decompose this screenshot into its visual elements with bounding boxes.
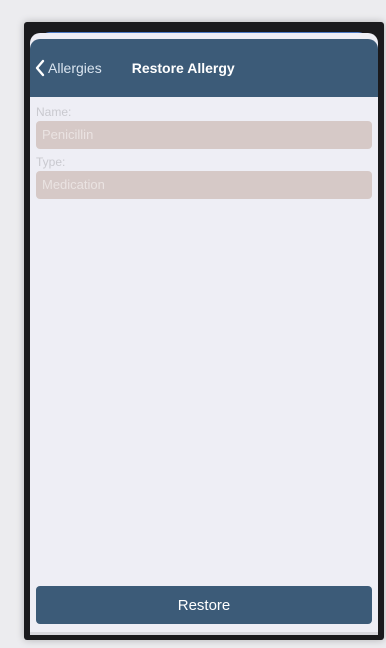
navigation-bar: Allergies Restore Allergy	[30, 39, 378, 97]
type-label: Type:	[36, 155, 66, 169]
bottom-divider	[30, 632, 378, 635]
page: Allergies Restore Allergy Name: Penicill…	[0, 0, 386, 648]
back-button-label: Allergies	[48, 60, 102, 76]
type-field[interactable]: Medication	[36, 171, 372, 199]
name-field[interactable]: Penicillin	[36, 121, 372, 149]
back-button[interactable]: Allergies	[34, 59, 102, 77]
restore-button[interactable]: Restore	[36, 586, 372, 624]
restore-allergy-form: Name: Penicillin Type: Medication	[36, 103, 372, 203]
chevron-left-icon	[34, 59, 46, 77]
page-title: Restore Allergy	[131, 60, 235, 76]
name-label: Name:	[36, 105, 72, 119]
app-screen: Allergies Restore Allergy Name: Penicill…	[30, 33, 378, 635]
